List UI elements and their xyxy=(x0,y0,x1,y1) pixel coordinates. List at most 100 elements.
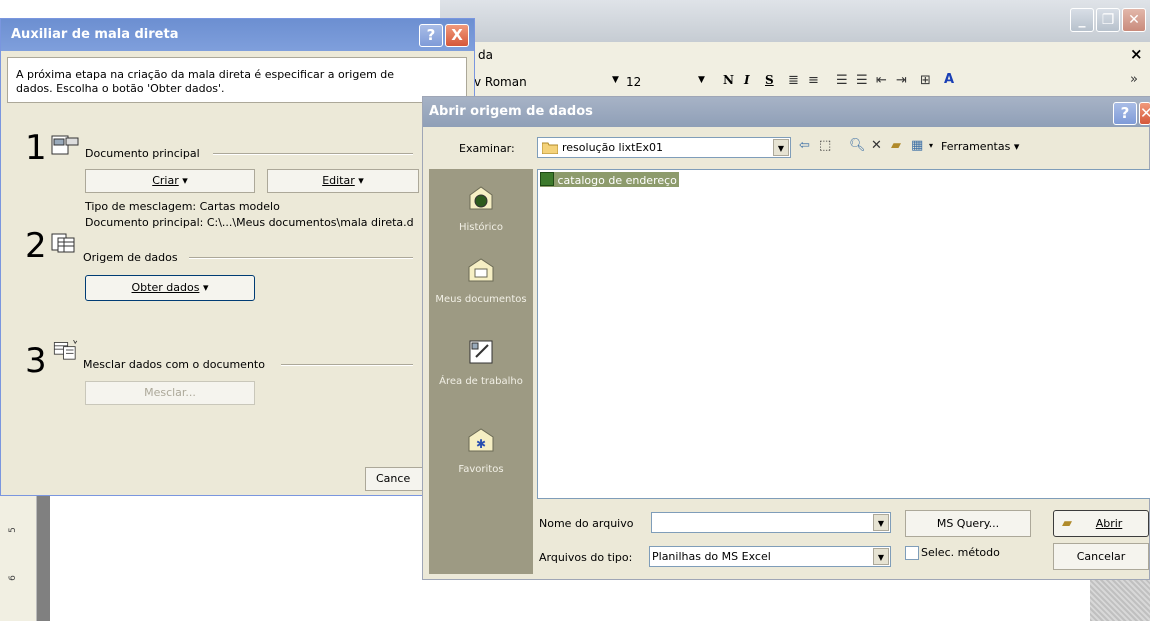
tools-menu[interactable]: Ferramentas ▾ xyxy=(941,140,1019,153)
up-folder-icon[interactable]: ⬚ xyxy=(819,137,831,155)
views-dropdown-icon[interactable]: ▾ xyxy=(929,141,933,150)
minimize-icon[interactable]: _ xyxy=(1070,8,1094,32)
look-in-combo[interactable]: resolução lixtEx01 ▼ xyxy=(537,137,791,158)
edit-button-label: Editar xyxy=(322,174,355,187)
formatting-toolbar: v Roman ▼ 12 ▼ N I S ≣ ≡ ☰ ☰ ⇤ ⇥ ⊞ A » xyxy=(440,68,1150,97)
instructions-line: dados. Escolha o botão 'Obter dados'. xyxy=(16,82,225,95)
vertical-ruler: 5 6 xyxy=(0,495,37,621)
mail-merge-helper-dialog: Auxiliar de mala direta ? X A próxima et… xyxy=(0,18,475,496)
back-icon[interactable]: ⇦ xyxy=(799,137,810,155)
create-button[interactable]: Criar ▾ xyxy=(85,169,255,193)
step-3-number: 3 xyxy=(25,341,47,381)
my-documents-place[interactable]: Meus documentos xyxy=(429,255,533,306)
main-document-path: Documento principal: C:\...\Meus documen… xyxy=(85,216,414,229)
bullet-list-icon[interactable]: ☰ xyxy=(856,72,868,90)
toolbar-overflow-icon[interactable]: » xyxy=(1130,71,1138,89)
file-name-combo[interactable]: ▼ xyxy=(651,512,891,533)
places-bar: Histórico Meus documentos Área de trabal… xyxy=(429,169,533,574)
open-button-label: Abrir xyxy=(1095,517,1123,530)
get-data-button[interactable]: Obter dados ▾ xyxy=(85,275,255,301)
bold-button[interactable]: N xyxy=(723,73,734,87)
dropdown-arrow-icon: ▾ xyxy=(358,174,364,187)
create-button-label: Criar xyxy=(152,174,179,187)
doc-close-icon[interactable]: × xyxy=(1130,45,1143,63)
cancel-button[interactable]: Cance xyxy=(365,467,425,491)
edit-button[interactable]: Editar ▾ xyxy=(267,169,419,193)
excel-file-icon xyxy=(540,172,554,186)
help-icon[interactable]: ? xyxy=(1113,102,1137,125)
views-icon[interactable]: ▦ xyxy=(911,137,923,155)
help-icon[interactable]: ? xyxy=(419,24,443,47)
menu-item-fragment[interactable]: da xyxy=(478,48,493,62)
list-item[interactable]: catalogo de endereço xyxy=(540,172,679,187)
open-button[interactable]: ▰ Abrir xyxy=(1053,510,1149,537)
cancel-button[interactable]: Cancelar xyxy=(1053,543,1149,570)
word-menubar: da × xyxy=(440,42,1150,69)
ruler-mark: 5 xyxy=(7,527,18,533)
chevron-down-icon[interactable]: ▼ xyxy=(612,75,619,85)
word-titlebar: _ ❐ ✕ xyxy=(440,0,1150,42)
step-3-label: Mesclar dados com o documento xyxy=(83,358,265,371)
svg-text:✱: ✱ xyxy=(476,437,486,451)
separator xyxy=(281,364,413,366)
separator xyxy=(189,257,413,259)
dialog-titlebar: Auxiliar de mala direta ? X xyxy=(1,19,474,51)
merge-type-text: Tipo de mesclagem: Cartas modelo xyxy=(85,200,280,213)
decrease-indent-icon[interactable]: ⇤ xyxy=(876,72,887,90)
italic-button[interactable]: I xyxy=(744,73,750,87)
close-icon[interactable]: ✕ xyxy=(1122,8,1146,32)
look-in-value: resolução lixtEx01 xyxy=(562,141,663,154)
instructions-line: A próxima etapa na criação da mala diret… xyxy=(16,68,395,81)
dialog-title: Auxiliar de mala direta xyxy=(11,27,179,42)
step-1-number: 1 xyxy=(25,128,47,168)
new-folder-icon[interactable]: ▰ xyxy=(891,137,901,155)
tools-label: Ferramentas xyxy=(941,140,1011,153)
font-color-icon[interactable]: A xyxy=(944,71,954,89)
font-name-combo[interactable]: v Roman ▼ xyxy=(474,72,624,92)
delete-icon[interactable]: ✕ xyxy=(871,137,882,155)
underline-button[interactable]: S xyxy=(765,73,774,87)
dropdown-arrow-icon: ▾ xyxy=(202,281,209,294)
ms-query-button[interactable]: MS Query... xyxy=(905,510,1031,537)
increase-indent-icon[interactable]: ⇥ xyxy=(896,72,907,90)
separator xyxy=(213,153,413,155)
file-list[interactable]: catalogo de endereço xyxy=(537,169,1150,499)
place-label: Favoritos xyxy=(458,464,504,475)
main-document-icon xyxy=(51,135,79,155)
open-folder-icon: ▰ xyxy=(1062,516,1072,531)
desktop-icon xyxy=(469,340,493,364)
chevron-down-icon[interactable]: ▼ xyxy=(773,139,789,156)
file-type-combo[interactable]: Planilhas do MS Excel ▼ xyxy=(649,546,891,567)
chevron-down-icon[interactable]: ▼ xyxy=(873,548,889,565)
favorites-place[interactable]: ✱ Favoritos xyxy=(429,425,533,476)
chevron-down-icon[interactable]: ▼ xyxy=(873,514,889,531)
select-method-checkbox[interactable] xyxy=(905,546,919,560)
open-data-source-dialog: Abrir origem de dados ? ✕ Examinar: reso… xyxy=(422,96,1150,580)
place-label: Meus documentos xyxy=(435,294,527,305)
place-label: Histórico xyxy=(458,222,504,233)
file-name-label-text: Nome do arquivo xyxy=(539,517,634,530)
align-left-icon[interactable]: ≣ xyxy=(788,72,799,90)
place-label: Área de trabalho xyxy=(439,376,523,387)
close-icon[interactable]: ✕ xyxy=(1139,102,1150,125)
close-icon[interactable]: X xyxy=(445,24,469,47)
font-size-value: 12 xyxy=(626,75,642,89)
chevron-down-icon[interactable]: ▼ xyxy=(698,75,705,85)
border-icon[interactable]: ⊞ xyxy=(920,72,931,90)
folder-icon xyxy=(542,142,558,154)
align-center-icon[interactable]: ≡ xyxy=(808,72,819,90)
dropdown-arrow-icon: ▾ xyxy=(1013,140,1020,153)
restore-icon[interactable]: ❐ xyxy=(1096,8,1120,32)
step-2-number: 2 xyxy=(25,226,47,266)
merge-button[interactable]: Mesclar... xyxy=(85,381,255,405)
my-documents-icon xyxy=(468,258,494,282)
desktop-place[interactable]: Área de trabalho xyxy=(429,337,533,388)
numbered-list-icon[interactable]: ☰ xyxy=(836,72,848,90)
select-method-label: Selec. método xyxy=(921,546,1000,559)
font-size-combo[interactable]: 12 ▼ xyxy=(626,72,706,92)
search-web-icon[interactable]: 🔍︎ xyxy=(849,137,866,155)
merge-icon xyxy=(53,340,78,360)
font-name-value: v Roman xyxy=(474,75,527,89)
history-place[interactable]: Histórico xyxy=(429,183,533,234)
dialog-titlebar: Abrir origem de dados ? ✕ xyxy=(423,97,1150,127)
